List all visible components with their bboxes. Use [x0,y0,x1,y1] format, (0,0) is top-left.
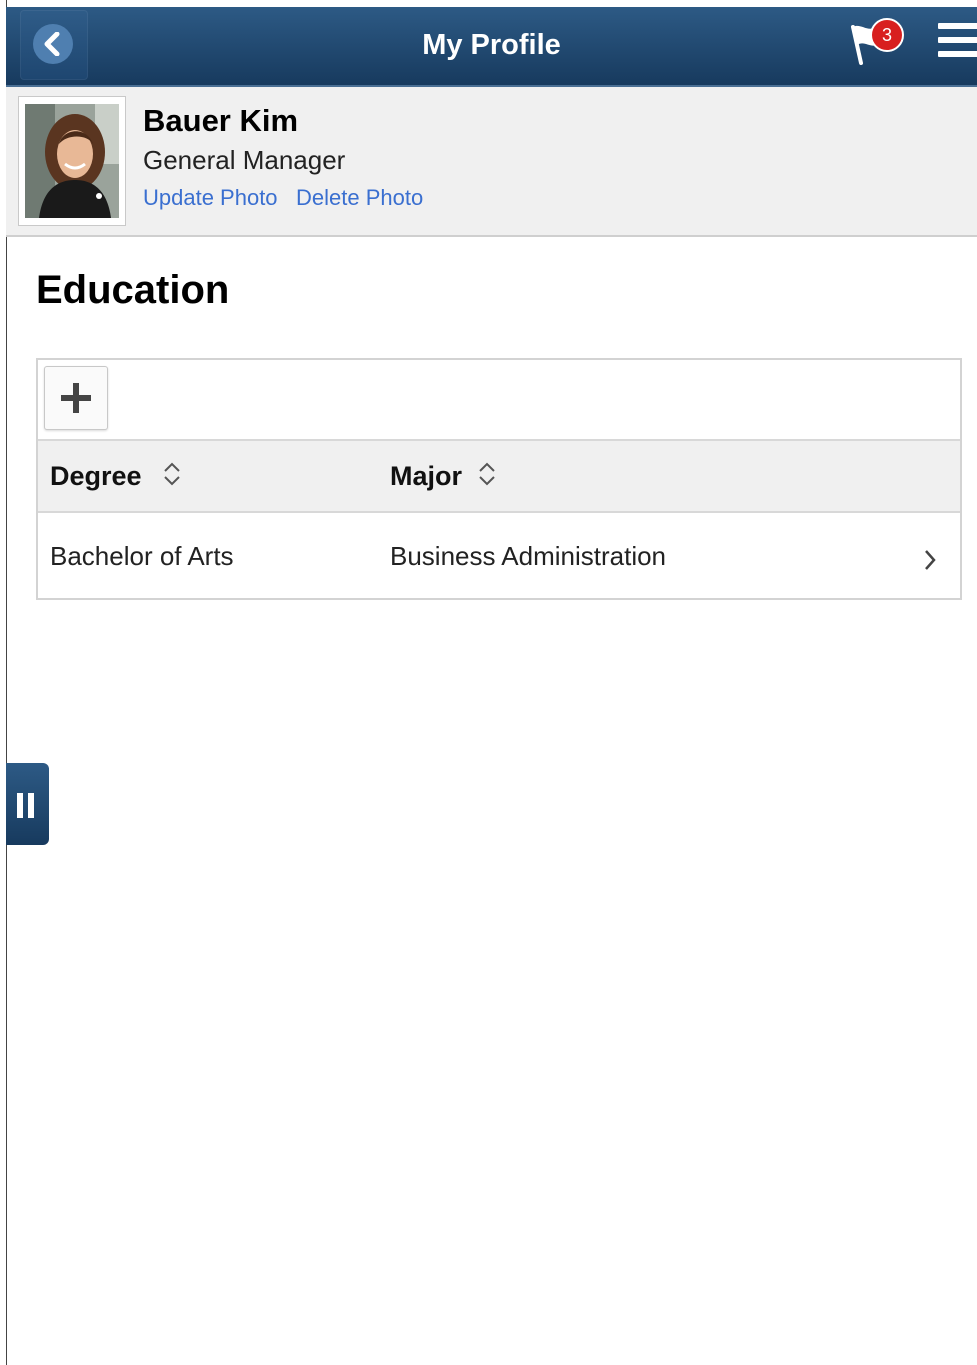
grid-header-row: Degree Major [38,439,960,513]
profile-summary: Bauer Kim General Manager Update Photo D… [6,87,977,237]
profile-photo [25,104,119,218]
degree-cell: Bachelor of Arts [50,541,234,571]
hamburger-menu-icon[interactable] [938,23,977,63]
education-grid: Degree Major Bachelor of Arts Business A… [36,358,962,600]
add-row-button[interactable] [44,366,108,430]
sort-icon[interactable] [477,461,497,487]
sort-icon[interactable] [162,461,182,487]
avatar [18,96,126,226]
page-title: My Profile [422,29,561,61]
notification-badge: 3 [870,18,904,52]
employee-job-title: General Manager [143,145,346,175]
header-bar: My Profile 3 [6,7,977,87]
employee-name: Bauer Kim [143,103,299,138]
table-row[interactable]: Bachelor of Arts Business Administration [38,511,960,597]
update-photo-link[interactable]: Update Photo [143,185,278,211]
side-panel-icon [17,793,23,818]
chevron-right-icon [925,550,936,570]
delete-photo-link[interactable]: Delete Photo [296,185,423,211]
section-title: Education [36,268,230,312]
major-cell: Business Administration [390,541,667,571]
column-header-degree[interactable]: Degree [50,461,142,492]
side-panel-toggle[interactable] [6,763,49,845]
column-header-major[interactable]: Major [390,461,462,492]
add-icon [61,383,91,413]
